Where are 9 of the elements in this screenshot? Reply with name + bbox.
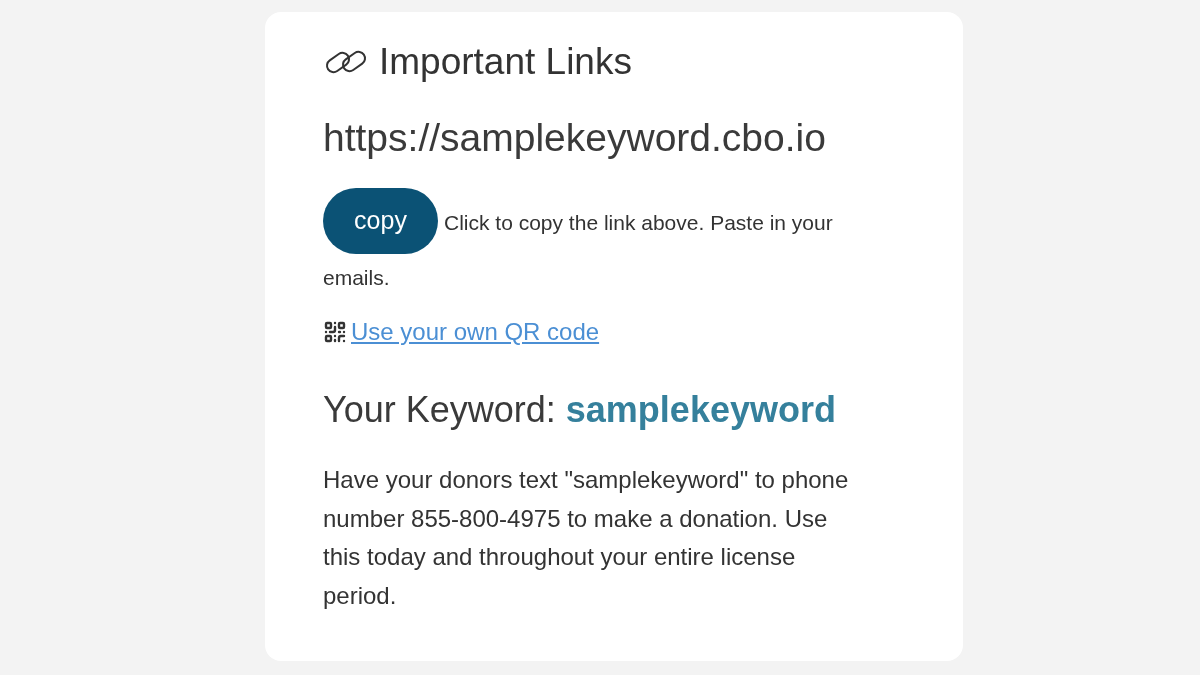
- qr-code-icon: [323, 320, 347, 344]
- copy-button[interactable]: copy: [323, 188, 438, 254]
- keyword-description: Have your donors text "samplekeyword" to phone number 855-800-4975 to make a donation. Use this today and throughout your entire license period.: [323, 465, 850, 611]
- link-url: https://samplekeyword.cbo.io: [323, 115, 826, 161]
- keyword-label: Your Keyword:: [323, 388, 556, 432]
- section-title: Important Links: [379, 40, 632, 84]
- copy-hint-text: Click to copy the link above. Paste in your: [444, 210, 833, 236]
- keyword-value: samplekeyword: [565, 388, 836, 432]
- copy-hint-text: emails.: [323, 265, 390, 291]
